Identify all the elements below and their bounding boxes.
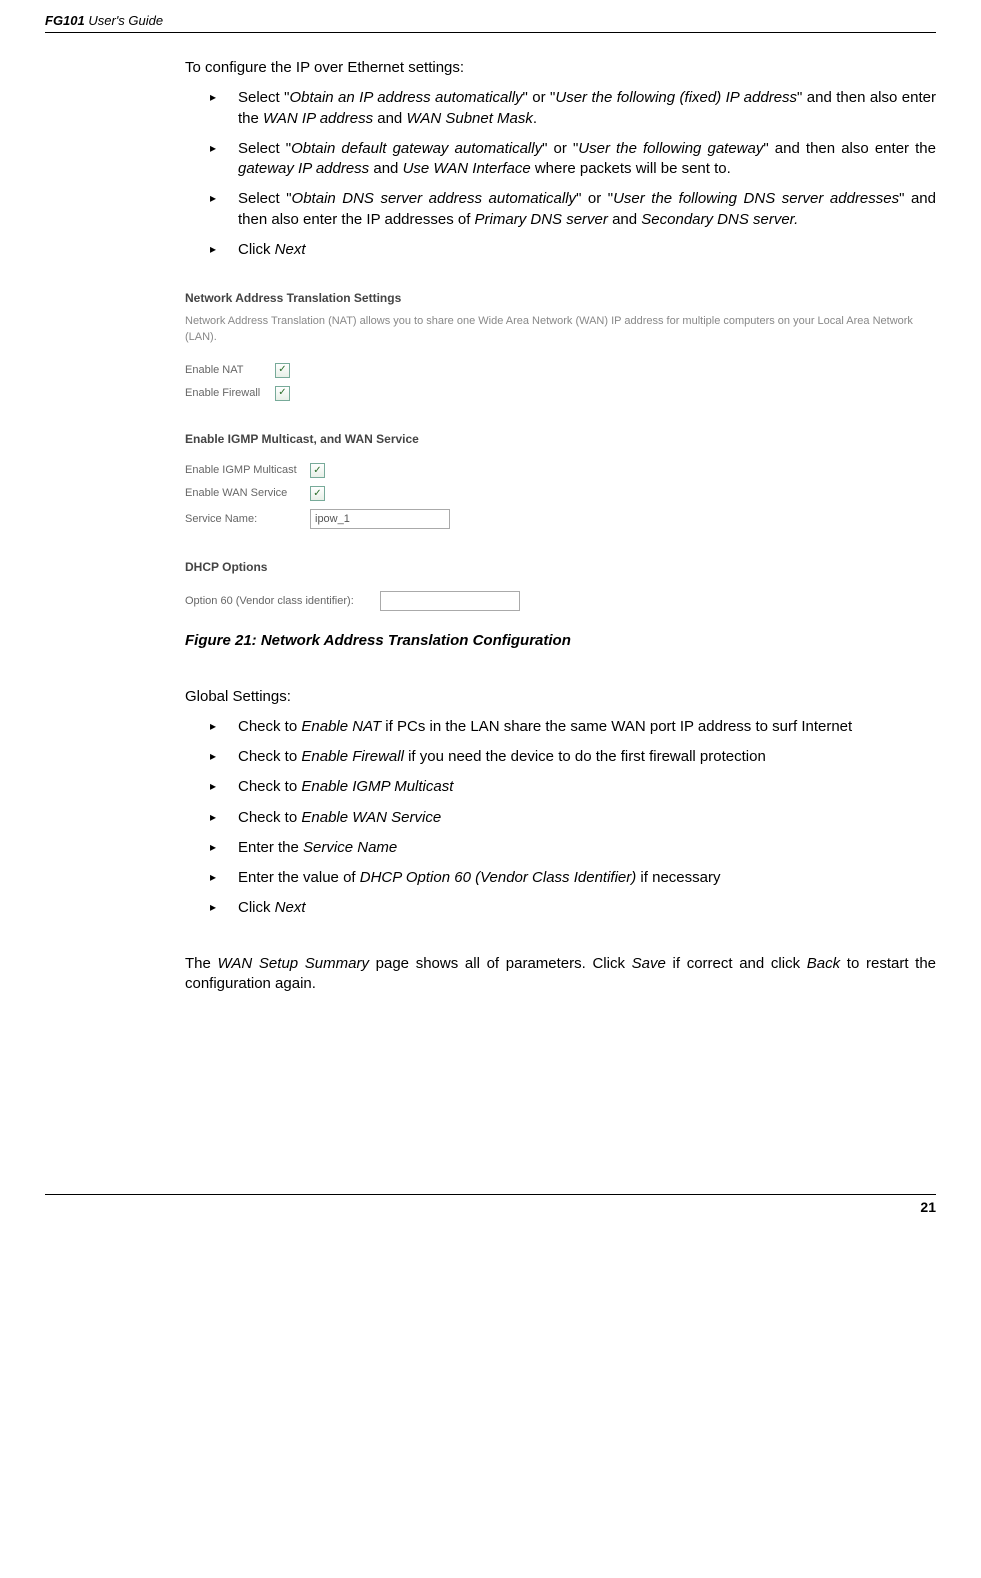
text: and <box>369 160 402 177</box>
bullet-list-2: Check to Enable NAT if PCs in the LAN sh… <box>185 717 936 919</box>
text: Select " <box>238 190 292 207</box>
text: and <box>373 110 406 127</box>
page-footer: 21 <box>45 1194 936 1215</box>
text-italic: Back <box>807 955 840 972</box>
header-suffix: User's Guide <box>88 13 163 28</box>
text-italic: Enable Firewall <box>301 748 404 765</box>
text-italic: WAN IP address <box>263 110 373 127</box>
text-italic: WAN Setup Summary <box>218 955 369 972</box>
text: Check to <box>238 809 301 826</box>
text-italic: Next <box>275 241 306 258</box>
text-italic: Next <box>275 899 306 916</box>
text: and <box>608 211 641 228</box>
enable-firewall-checkbox[interactable]: ✓ <box>275 386 290 401</box>
text-italic: User the following (fixed) IP address <box>555 89 797 106</box>
intro-text-1: To configure the IP over Ethernet settin… <box>185 58 936 78</box>
text: Check to <box>238 718 301 735</box>
bullet-list-1: Select "Obtain an IP address automatical… <box>185 88 936 260</box>
option60-label: Option 60 (Vendor class identifier): <box>185 594 380 609</box>
text-italic: Secondary DNS server. <box>641 211 798 228</box>
text-italic: Enable IGMP Multicast <box>301 778 453 795</box>
list-item: Select "Obtain DNS server address automa… <box>210 189 936 230</box>
text: Click <box>238 241 275 258</box>
option60-input[interactable] <box>380 591 520 611</box>
intro-text-2: Global Settings: <box>185 687 936 707</box>
text-italic: Use WAN Interface <box>403 160 531 177</box>
text-italic: Enable WAN Service <box>301 809 441 826</box>
igmp-section-title: Enable IGMP Multicast, and WAN Service <box>185 431 936 447</box>
product-name: FG101 <box>45 13 85 28</box>
text-italic: WAN Subnet Mask <box>406 110 532 127</box>
text: " or " <box>523 89 556 106</box>
text-italic: Obtain DNS server address automatically <box>292 190 577 207</box>
enable-wan-checkbox[interactable]: ✓ <box>310 486 325 501</box>
text-italic: DHCP Option 60 (Vendor Class Identifier) <box>360 869 637 886</box>
text: Check to <box>238 778 301 795</box>
list-item: Check to Enable Firewall if you need the… <box>210 747 936 767</box>
list-item: Enter the Service Name <box>210 838 936 858</box>
text-italic: Obtain an IP address automatically <box>289 89 522 106</box>
text: where packets will be sent to. <box>531 160 731 177</box>
text: Enter the value of <box>238 869 360 886</box>
text: . <box>533 110 537 127</box>
text: Enter the <box>238 839 303 856</box>
list-item: Select "Obtain an IP address automatical… <box>210 88 936 129</box>
text-italic: Obtain default gateway automatically <box>291 140 542 157</box>
nat-section-title: Network Address Translation Settings <box>185 290 936 306</box>
service-name-label: Service Name: <box>185 512 310 527</box>
text: The <box>185 955 218 972</box>
list-item: Check to Enable WAN Service <box>210 808 936 828</box>
text: " and then also enter the <box>763 140 936 157</box>
dhcp-section-title: DHCP Options <box>185 559 936 575</box>
list-item: Click Next <box>210 240 936 260</box>
figure-caption: Figure 21: Network Address Translation C… <box>185 631 936 651</box>
enable-wan-label: Enable WAN Service <box>185 486 310 501</box>
enable-nat-row: Enable NAT ✓ <box>185 363 936 378</box>
nat-description: Network Address Translation (NAT) allows… <box>185 314 936 345</box>
text-italic: Enable NAT <box>301 718 381 735</box>
enable-wan-row: Enable WAN Service ✓ <box>185 486 936 501</box>
enable-igmp-label: Enable IGMP Multicast <box>185 463 310 478</box>
text-italic: User the following gateway <box>578 140 763 157</box>
service-name-input[interactable] <box>310 509 450 529</box>
page-header: FG101 User's Guide <box>45 12 936 33</box>
text: Select " <box>238 89 289 106</box>
text: " or " <box>576 190 613 207</box>
list-item: Check to Enable NAT if PCs in the LAN sh… <box>210 717 936 737</box>
list-item: Click Next <box>210 898 936 918</box>
summary-paragraph: The WAN Setup Summary page shows all of … <box>185 954 936 995</box>
text: if correct and click <box>666 955 807 972</box>
text: Click <box>238 899 275 916</box>
enable-nat-checkbox[interactable]: ✓ <box>275 363 290 378</box>
enable-firewall-row: Enable Firewall ✓ <box>185 386 936 401</box>
text: if you need the device to do the first f… <box>404 748 766 765</box>
enable-nat-label: Enable NAT <box>185 363 275 378</box>
text-italic: Save <box>632 955 666 972</box>
enable-igmp-checkbox[interactable]: ✓ <box>310 463 325 478</box>
list-item: Check to Enable IGMP Multicast <box>210 777 936 797</box>
enable-firewall-label: Enable Firewall <box>185 386 275 401</box>
text: Select " <box>238 140 291 157</box>
header-product: FG101 User's Guide <box>45 13 163 28</box>
text: if PCs in the LAN share the same WAN por… <box>381 718 852 735</box>
text-italic: Service Name <box>303 839 397 856</box>
list-item: Select "Obtain default gateway automatic… <box>210 139 936 180</box>
page-number: 21 <box>920 1199 936 1215</box>
text: if necessary <box>636 869 720 886</box>
text: page shows all of parameters. Click <box>369 955 632 972</box>
text-italic: User the following DNS server addresses <box>613 190 899 207</box>
list-item: Enter the value of DHCP Option 60 (Vendo… <box>210 868 936 888</box>
text: " or " <box>542 140 578 157</box>
embedded-screenshot: Network Address Translation Settings Net… <box>185 290 936 611</box>
text-italic: Primary DNS server <box>475 211 608 228</box>
enable-igmp-row: Enable IGMP Multicast ✓ <box>185 463 936 478</box>
option60-row: Option 60 (Vendor class identifier): <box>185 591 936 611</box>
text: Check to <box>238 748 301 765</box>
service-name-row: Service Name: <box>185 509 936 529</box>
text-italic: gateway IP address <box>238 160 369 177</box>
